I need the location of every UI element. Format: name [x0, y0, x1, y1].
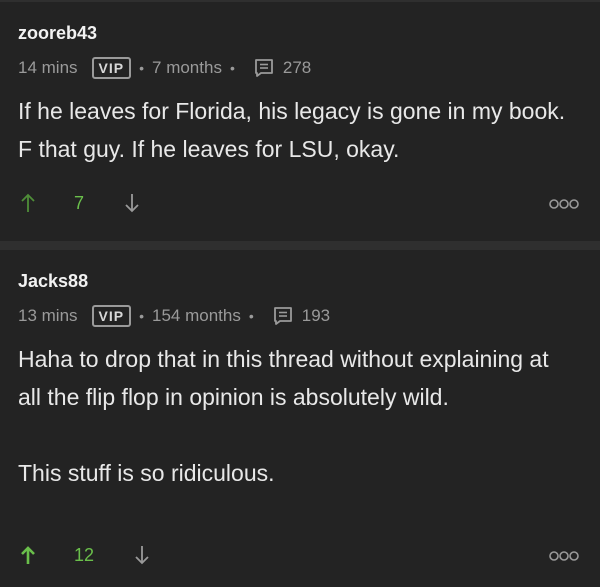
more-options-button[interactable] — [548, 197, 580, 211]
comment-card: Jacks88 13 mins VIP • 154 months • 193 H… — [0, 250, 600, 587]
comment-meta: 13 mins VIP • 154 months • 193 — [18, 302, 330, 330]
separator-dot: • — [139, 308, 145, 324]
comment-body: Haha to drop that in this thread without… — [18, 340, 578, 492]
more-options-icon — [549, 551, 579, 561]
separator-dot: • — [248, 308, 254, 324]
vote-controls: 12 — [18, 543, 152, 567]
chat-icon — [253, 57, 275, 79]
arrow-down-icon — [135, 546, 149, 565]
comment-username[interactable]: Jacks88 — [18, 271, 88, 292]
downvote-button[interactable] — [132, 543, 152, 567]
post-count: 193 — [301, 306, 331, 325]
more-options-button[interactable] — [548, 549, 580, 563]
comment-meta: 14 mins VIP • 7 months • 278 — [18, 54, 311, 82]
vote-score: 7 — [74, 192, 85, 213]
comment-username[interactable]: zooreb43 — [18, 23, 97, 44]
more-options-icon — [549, 199, 579, 209]
downvote-button[interactable] — [122, 191, 142, 215]
arrow-down-icon — [125, 194, 139, 213]
vip-badge: VIP — [91, 305, 132, 327]
arrow-up-icon — [21, 193, 35, 212]
comment-paragraph: This stuff is so ridiculous. — [18, 460, 275, 486]
chat-icon — [272, 305, 294, 327]
comment-body: If he leaves for Florida, his legacy is … — [18, 92, 578, 168]
comment-paragraph: If he leaves for Florida, his legacy is … — [18, 98, 566, 162]
separator-dot: • — [139, 60, 145, 76]
vote-score: 12 — [74, 544, 95, 565]
comment-timestamp: 13 mins — [18, 306, 78, 325]
arrow-up-icon — [21, 546, 35, 564]
comment-card: zooreb43 14 mins VIP • 7 months • 278 If… — [0, 2, 600, 241]
separator-dot: • — [229, 60, 235, 76]
comment-timestamp: 14 mins — [18, 58, 78, 77]
vote-controls: 7 — [18, 191, 142, 215]
comment-feed: zooreb43 14 mins VIP • 7 months • 278 If… — [0, 0, 600, 587]
upvote-button[interactable] — [18, 543, 38, 567]
vip-badge: VIP — [91, 57, 132, 79]
member-tenure: 154 months — [152, 306, 241, 325]
member-tenure: 7 months — [152, 58, 222, 77]
comment-paragraph: Haha to drop that in this thread without… — [18, 346, 549, 410]
post-count: 278 — [282, 58, 312, 77]
upvote-button[interactable] — [18, 191, 38, 215]
